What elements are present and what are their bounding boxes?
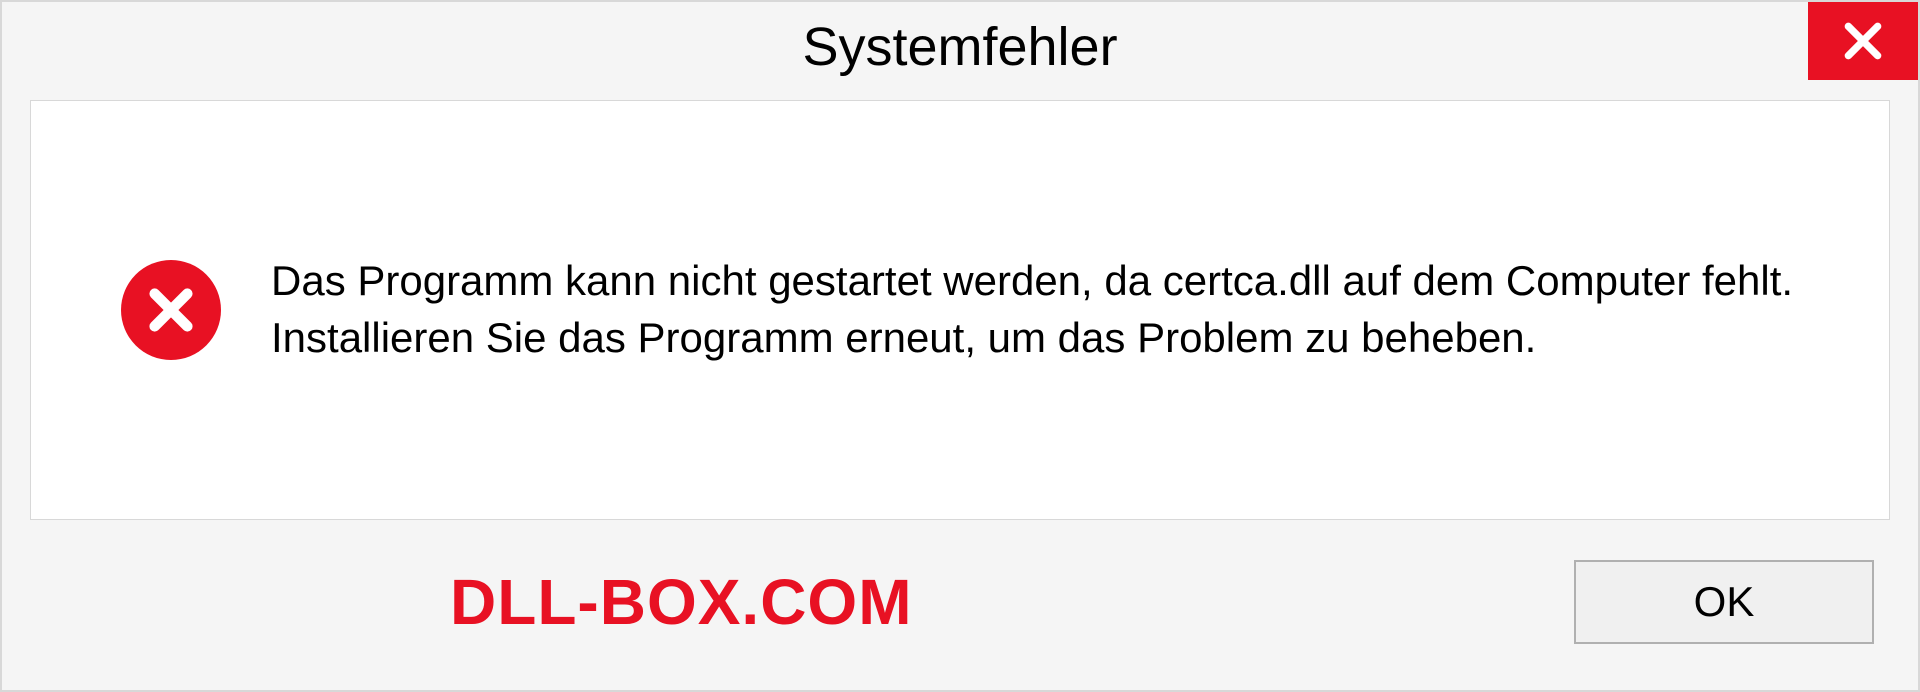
dialog-footer: DLL-BOX.COM OK — [2, 520, 1918, 644]
close-button[interactable] — [1808, 2, 1918, 80]
error-message: Das Programm kann nicht gestartet werden… — [271, 253, 1829, 366]
ok-button[interactable]: OK — [1574, 560, 1874, 644]
error-icon — [121, 260, 221, 360]
error-dialog: Systemfehler Das Programm kann nicht ges… — [0, 0, 1920, 692]
watermark-text: DLL-BOX.COM — [450, 565, 913, 639]
titlebar: Systemfehler — [2, 2, 1918, 92]
dialog-title: Systemfehler — [802, 16, 1117, 78]
close-icon — [1841, 19, 1885, 63]
content-area: Das Programm kann nicht gestartet werden… — [30, 100, 1890, 520]
